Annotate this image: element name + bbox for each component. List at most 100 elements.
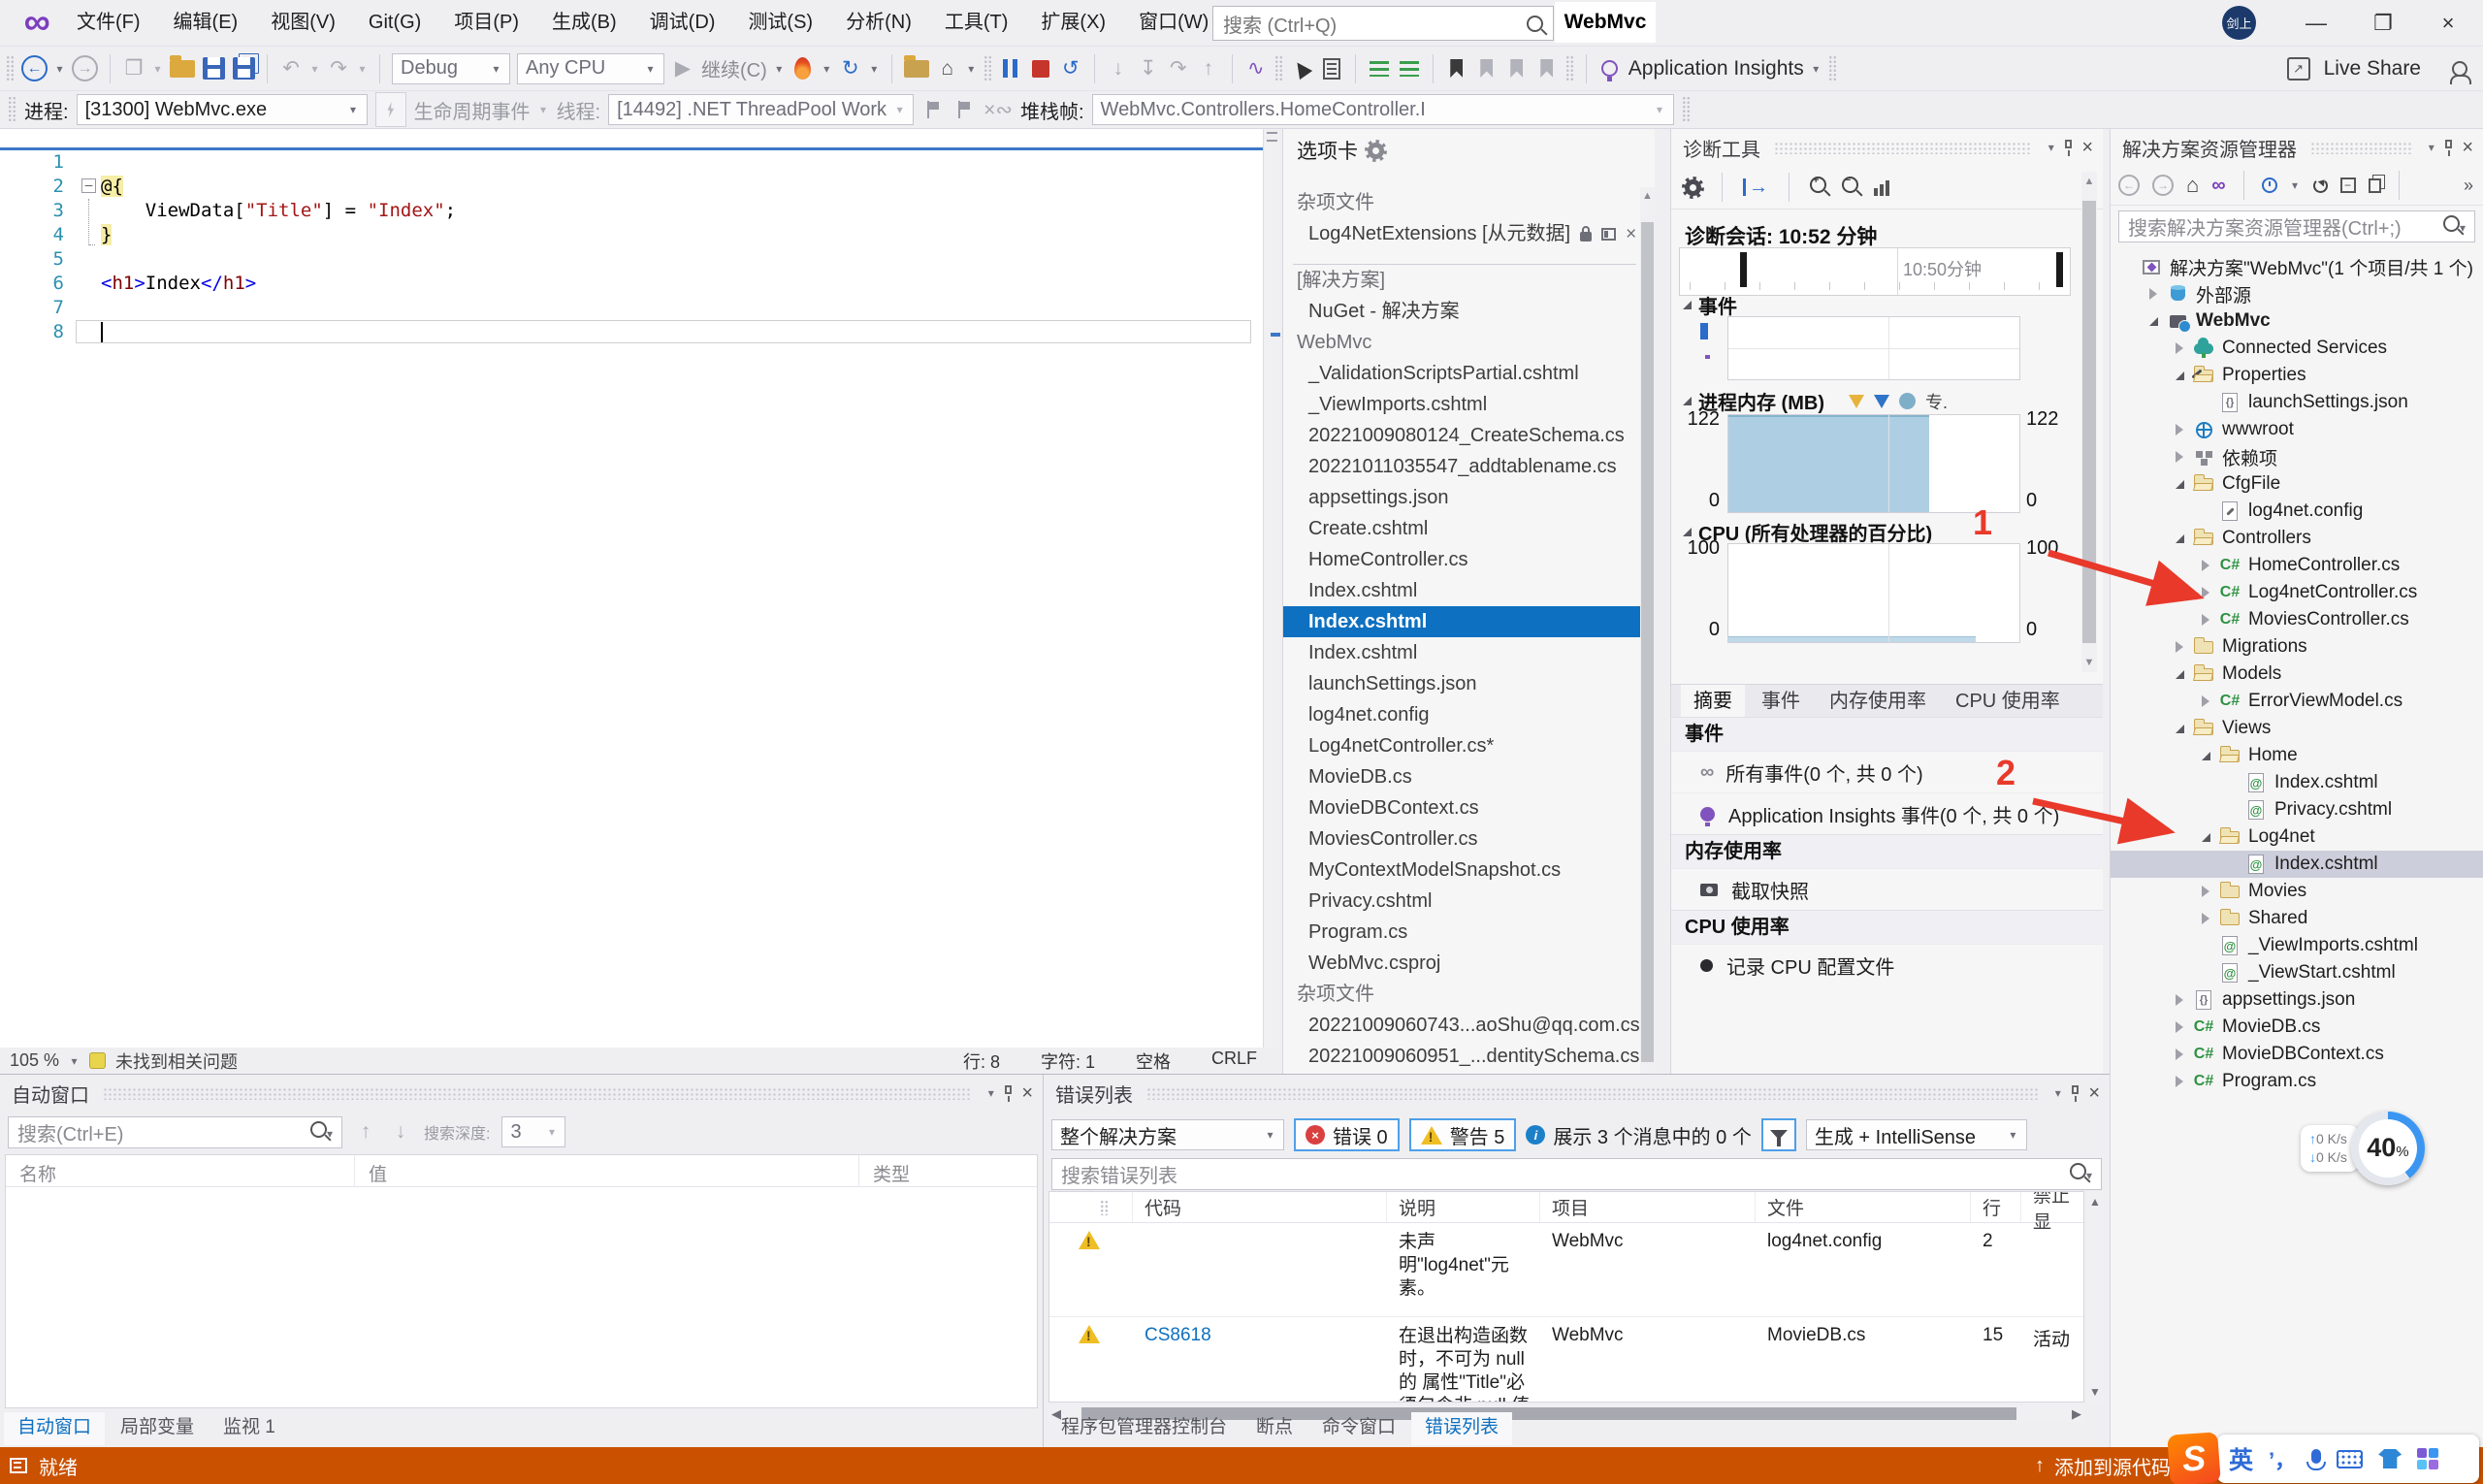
toolbar-grip[interactable] — [1828, 55, 1837, 82]
code-editor[interactable]: 12345678 –@{ ViewData["Title"] = "Index"… — [0, 129, 1263, 1048]
hot-reload-dropdown[interactable]: ▾ — [822, 62, 832, 76]
scroll-right-icon[interactable]: ▶ — [2072, 1406, 2081, 1422]
code-line[interactable]: <h1>Index</h1> — [81, 272, 1257, 296]
pin-icon[interactable] — [2071, 1085, 2080, 1102]
indent-mode[interactable]: 空格 — [1136, 1048, 1171, 1074]
panel-menu-dropdown[interactable]: ▾ — [2426, 141, 2436, 154]
navigate-forward-icon[interactable]: → — [72, 55, 98, 81]
panel-drag-grip[interactable] — [1774, 142, 2032, 154]
back-icon[interactable]: ← — [2118, 175, 2140, 196]
expander-expanded-icon[interactable] — [2171, 480, 2188, 489]
redo-icon[interactable]: ↷ — [327, 52, 350, 85]
tab-autos[interactable]: 自动窗口 — [4, 1412, 105, 1445]
expander-expanded-icon[interactable] — [2197, 833, 2214, 842]
ime-language-toggle[interactable]: 英 — [2229, 1441, 2253, 1476]
restart-debug-icon[interactable]: ↺ — [1059, 52, 1082, 85]
scroll-down-icon[interactable]: ▼ — [2086, 1385, 2104, 1399]
close-icon[interactable]: × — [1021, 1083, 1033, 1103]
tab-locals[interactable]: 局部变量 — [107, 1412, 208, 1445]
splitter-handle-icon[interactable] — [1267, 132, 1277, 142]
open-file-icon[interactable] — [170, 60, 195, 78]
toolbar-grip[interactable] — [1565, 55, 1574, 82]
continue-debug-label[interactable]: 继续(C) — [701, 54, 767, 82]
column-description[interactable]: 说明 — [1387, 1192, 1540, 1222]
collapse-all-icon[interactable]: − — [2340, 177, 2356, 193]
expander-collapsed-icon[interactable] — [2197, 695, 2214, 707]
code-line[interactable] — [81, 296, 1257, 320]
gear-icon[interactable] — [1368, 143, 1384, 159]
tree-item[interactable]: log4net.config — [2111, 498, 2483, 525]
scrollbar-thumb[interactable] — [2082, 201, 2096, 643]
sogou-logo[interactable]: S — [2167, 1432, 2221, 1484]
file-tab-item[interactable]: 20221009080124_CreateSchema.cs — [1283, 420, 1640, 451]
lifecycle-events-label[interactable]: 生命周期事件 — [414, 96, 531, 124]
pin-icon[interactable] — [2064, 140, 2074, 156]
restart-app-icon[interactable]: ↻ — [839, 52, 862, 85]
file-tab-item[interactable]: MoviesController.cs — [1283, 823, 1640, 855]
tabs-panel-scrollbar[interactable]: ▲ — [1640, 187, 1655, 1074]
ime-punctuation-toggle[interactable]: ’， — [2269, 1443, 2296, 1474]
panel-drag-grip[interactable] — [2310, 142, 2412, 154]
app-insights-events-link[interactable]: Application Insights 事件(0 个, 共 0 个) — [1671, 792, 2103, 834]
redo-dropdown[interactable]: ▾ — [357, 62, 368, 76]
tree-item[interactable]: Connected Services — [2111, 335, 2483, 362]
error-list-vscrollbar[interactable]: ▲ ▼ — [2086, 1191, 2104, 1403]
document-outline-icon[interactable] — [1323, 58, 1340, 80]
tab-package-manager-console[interactable]: 程序包管理器控制台 — [1048, 1412, 1241, 1445]
file-tab-item[interactable]: 20221009060743...aoShu@qq.com.cs — [1283, 1010, 1640, 1041]
all-events-link[interactable]: ∞所有事件(0 个, 共 0 个) — [1671, 751, 2103, 792]
tree-item[interactable]: Views — [2111, 715, 2483, 742]
file-tab-item[interactable]: _ValidationScriptsPartial.cshtml — [1283, 358, 1640, 389]
panel-drag-grip[interactable] — [103, 1087, 972, 1100]
expander-expanded-icon[interactable] — [2171, 725, 2188, 733]
step-into-icon[interactable]: ↧ — [1137, 52, 1160, 85]
panel-menu-dropdown[interactable]: ▾ — [2046, 141, 2056, 154]
new-project-icon[interactable]: ❐ — [122, 52, 145, 85]
application-insights-dropdown[interactable]: ▾ — [1811, 62, 1822, 76]
session-timeline[interactable]: 10:50分钟 — [1679, 247, 2071, 296]
cpu-chart[interactable] — [1727, 543, 2020, 643]
column-severity[interactable] — [1049, 1192, 1133, 1222]
toolbar-grip[interactable] — [1682, 96, 1691, 123]
errors-toggle-button[interactable]: ×错误 0 — [1294, 1118, 1400, 1151]
solution-search-box[interactable]: 搜索解决方案资源管理器(Ctrl+;) ▾ — [2118, 210, 2475, 242]
expander-collapsed-icon[interactable] — [2171, 994, 2188, 1006]
column-suppression[interactable]: 禁止显 — [2021, 1192, 2083, 1222]
file-tab-item[interactable]: HomeController.cs — [1283, 544, 1640, 575]
thread-combo[interactable]: [14492] .NET ThreadPool Work▾ — [608, 94, 914, 125]
collapse-section-icon[interactable] — [1683, 301, 1692, 309]
scrollbar-thumb[interactable] — [1641, 222, 1654, 1062]
expander-expanded-icon[interactable] — [2144, 317, 2162, 326]
close-button[interactable]: × — [2416, 0, 2480, 46]
clear-bookmarks-icon[interactable] — [1540, 59, 1553, 78]
tree-item[interactable]: C#ErrorViewModel.cs — [2111, 688, 2483, 715]
toolbar-grip[interactable] — [6, 55, 15, 82]
tree-item[interactable]: wwwroot — [2111, 416, 2483, 443]
solution-platform-combo[interactable]: Any CPU▾ — [517, 53, 664, 84]
tree-item[interactable]: Models — [2111, 661, 2483, 688]
step-over-icon[interactable]: ↷ — [1167, 52, 1190, 85]
step-out-icon[interactable]: ↑ — [1197, 52, 1220, 85]
tree-item[interactable]: {}launchSettings.json — [2111, 389, 2483, 416]
file-tab-item[interactable]: Index.cshtml — [1283, 575, 1640, 606]
chart-options-icon[interactable] — [1874, 179, 1889, 196]
indent-increase-icon[interactable] — [1400, 61, 1419, 77]
take-snapshot-link[interactable]: 截取快照 — [1671, 868, 2103, 910]
microphone-icon[interactable] — [2311, 1449, 2321, 1464]
file-tab-item[interactable]: log4net.config — [1283, 699, 1640, 730]
editor-scrollbar[interactable] — [1263, 129, 1280, 1048]
panel-drag-grip[interactable] — [1146, 1087, 2039, 1100]
tree-item[interactable]: @Index.cshtml — [2111, 769, 2483, 796]
error-row[interactable]: CS8618在退出构造函数时，不可为 null 的 属性"Title"必须包含非… — [1049, 1317, 2083, 1403]
tab-error-list[interactable]: 错误列表 — [1411, 1412, 1512, 1445]
network-monitor-widget[interactable]: ↑↑0 K/s0 K/s ↓0 K/s 40 % — [2301, 1112, 2425, 1185]
toolbar-grip[interactable] — [984, 55, 992, 82]
filter-dropdown[interactable]: ▾ — [2290, 178, 2301, 192]
code-line[interactable] — [81, 247, 1257, 272]
tree-item[interactable]: @_ViewImports.cshtml — [2111, 932, 2483, 959]
column-project[interactable]: 项目 — [1540, 1192, 1756, 1222]
intellitrace-icon[interactable]: ∿ — [1244, 52, 1268, 85]
search-depth-combo[interactable]: 3▾ — [501, 1116, 565, 1147]
expander-collapsed-icon[interactable] — [2197, 886, 2214, 897]
file-tab-item[interactable]: Program.cs — [1283, 917, 1640, 948]
